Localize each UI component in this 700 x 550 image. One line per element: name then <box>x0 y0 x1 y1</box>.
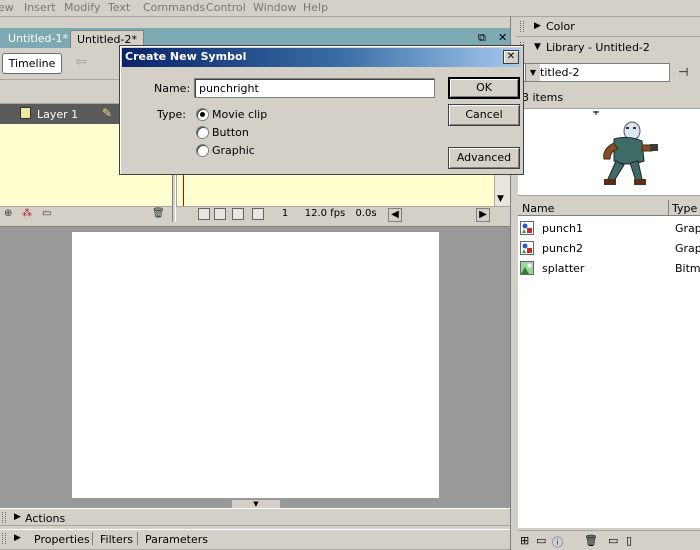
graphic-symbol-icon <box>520 241 534 255</box>
library-column-header: Name Type <box>518 200 700 216</box>
radio-movie-clip-label[interactable]: Movie clip <box>212 108 267 121</box>
library-item-name: punch2 <box>542 242 583 255</box>
panel-grip[interactable] <box>520 21 524 32</box>
library-panel-title[interactable]: Library - Untitled-2 <box>546 41 650 54</box>
insert-folder-icon[interactable]: ▭ <box>42 208 51 219</box>
frame-footer: 1 12.0 fps 0.0s ◀ ▶ <box>176 206 510 222</box>
menu-insert[interactable]: Insert <box>24 1 56 14</box>
column-type[interactable]: Type <box>668 200 697 216</box>
list-item[interactable]: punch2 Graph <box>518 238 700 258</box>
tab-parameters[interactable]: Parameters <box>145 533 208 546</box>
stage[interactable] <box>72 232 439 498</box>
actions-panel-header[interactable]: ▶ Actions <box>0 508 510 526</box>
motion-guide-icon[interactable]: ⁂ <box>22 208 32 219</box>
cancel-button[interactable]: Cancel <box>448 104 520 126</box>
edit-multiple-icon[interactable] <box>252 208 264 220</box>
library-item-type: Graph <box>675 242 700 255</box>
onion-skin-icon[interactable] <box>214 208 226 220</box>
library-panel-header[interactable]: ▼ Library - Untitled-2 <box>516 38 700 58</box>
scroll-right-icon[interactable]: ▶ <box>476 208 490 222</box>
pin-icon[interactable]: ⊣ <box>678 65 688 79</box>
insert-layer-icon[interactable]: ⊕ <box>4 208 12 219</box>
symbol-name-input[interactable] <box>194 78 435 98</box>
pencil-icon: ✎ <box>102 106 113 120</box>
dialog-title: Create New Symbol <box>125 50 247 63</box>
new-symbol-icon[interactable]: ⊞ <box>520 534 529 547</box>
layer-icon <box>20 107 31 119</box>
properties-icon[interactable]: ⓘ <box>552 534 563 550</box>
tab-filters[interactable]: Filters <box>100 533 133 546</box>
menu-text[interactable]: Text <box>108 1 130 14</box>
chevron-down-icon[interactable]: ▼ <box>525 64 540 81</box>
advanced-button[interactable]: Advanced <box>448 147 520 169</box>
properties-panel-header[interactable]: ▶ Properties Filters Parameters <box>0 529 510 550</box>
new-folder-icon[interactable]: ▭ <box>536 534 546 547</box>
radio-button-label[interactable]: Button <box>212 126 249 139</box>
center-frame-icon[interactable] <box>198 208 210 220</box>
collapse-icon[interactable]: ▼ <box>534 42 541 52</box>
library-item-type: Graph <box>675 222 700 235</box>
radio-graphic-label[interactable]: Graphic <box>212 144 255 157</box>
tab-properties[interactable]: Properties <box>34 533 90 546</box>
list-item[interactable]: punch1 Graph <box>518 218 700 238</box>
menu-modify[interactable]: Modify <box>64 1 100 14</box>
menu-help[interactable]: Help <box>303 1 328 14</box>
scroll-down-icon[interactable]: ▼ <box>497 194 504 204</box>
panel-grip[interactable] <box>2 533 6 544</box>
library-footer: ⊞ ▭ ⓘ 🗑 ▭ ▯ <box>518 530 700 550</box>
menu-window[interactable]: Window <box>253 1 296 14</box>
panel-grip[interactable] <box>2 512 6 523</box>
current-frame: 1 <box>281 208 289 219</box>
library-item-name: splatter <box>542 262 585 275</box>
graphic-symbol-icon <box>520 221 534 235</box>
name-label: Name: <box>154 82 191 95</box>
frame-rate: 12.0 fps <box>304 208 346 219</box>
wide-view-icon[interactable]: ▭ <box>608 534 618 547</box>
library-item-count: 3 items <box>522 91 564 104</box>
expand-icon[interactable]: ▶ <box>14 512 21 522</box>
expand-icon[interactable]: ▶ <box>14 533 21 543</box>
menu-bar: ew Insert Modify Text Commands Control W… <box>0 0 700 17</box>
menu-commands[interactable]: Commands <box>143 1 205 14</box>
back-arrow-icon[interactable]: ⇦ <box>75 54 87 70</box>
list-item[interactable]: splatter Bitma <box>518 258 700 278</box>
menu-control[interactable]: Control <box>206 1 246 14</box>
radio-graphic[interactable] <box>196 144 209 157</box>
close-icon[interactable]: ✕ <box>503 50 519 64</box>
radio-movie-clip[interactable] <box>196 108 209 121</box>
layer-footer: ⊕ ⁂ ▭ 🗑 <box>0 206 172 222</box>
dialog-titlebar[interactable]: Create New Symbol ✕ <box>122 48 521 67</box>
collapse-arrow-icon[interactable]: ▼ <box>232 500 280 508</box>
library-item-name: punch1 <box>542 222 583 235</box>
bitmap-icon <box>520 261 534 275</box>
layer-name: Layer 1 <box>37 108 79 121</box>
actions-panel-title[interactable]: Actions <box>25 512 65 525</box>
close-icon[interactable]: ✕ <box>498 31 507 44</box>
color-panel-title[interactable]: Color <box>546 20 575 33</box>
tab-untitled-1[interactable]: Untitled-1* <box>2 30 74 48</box>
column-name[interactable]: Name <box>522 202 554 215</box>
narrow-view-icon[interactable]: ▯ <box>626 534 632 547</box>
library-list: punch1 Graph punch2 Graph splatter Bitma <box>518 216 700 528</box>
type-label: Type: <box>157 108 186 121</box>
tab-separator <box>137 532 138 545</box>
radio-button[interactable] <box>196 126 209 139</box>
trash-icon[interactable]: 🗑 <box>584 534 598 547</box>
ok-button[interactable]: OK <box>448 77 520 99</box>
library-item-type: Bitma <box>675 262 700 275</box>
trash-icon[interactable]: 🗑 <box>152 208 165 219</box>
elapsed-time: 0.0s <box>355 208 377 219</box>
character-preview-icon <box>593 111 658 185</box>
onion-outline-icon[interactable] <box>232 208 244 220</box>
color-panel-header[interactable]: ▶ Color <box>516 17 700 37</box>
menu-view[interactable]: ew <box>0 1 14 14</box>
library-document-select[interactable]: Untitled-2 ▼ <box>518 63 670 82</box>
expand-icon[interactable]: ▶ <box>534 21 541 31</box>
scroll-left-icon[interactable]: ◀ <box>388 208 402 222</box>
library-preview <box>518 108 700 196</box>
restore-icon[interactable]: ⧉ <box>478 31 486 45</box>
timeline-button[interactable]: Timeline <box>2 53 62 74</box>
create-new-symbol-dialog: Create New Symbol ✕ Name: Type: Movie cl… <box>119 45 524 175</box>
tab-separator <box>92 532 93 545</box>
